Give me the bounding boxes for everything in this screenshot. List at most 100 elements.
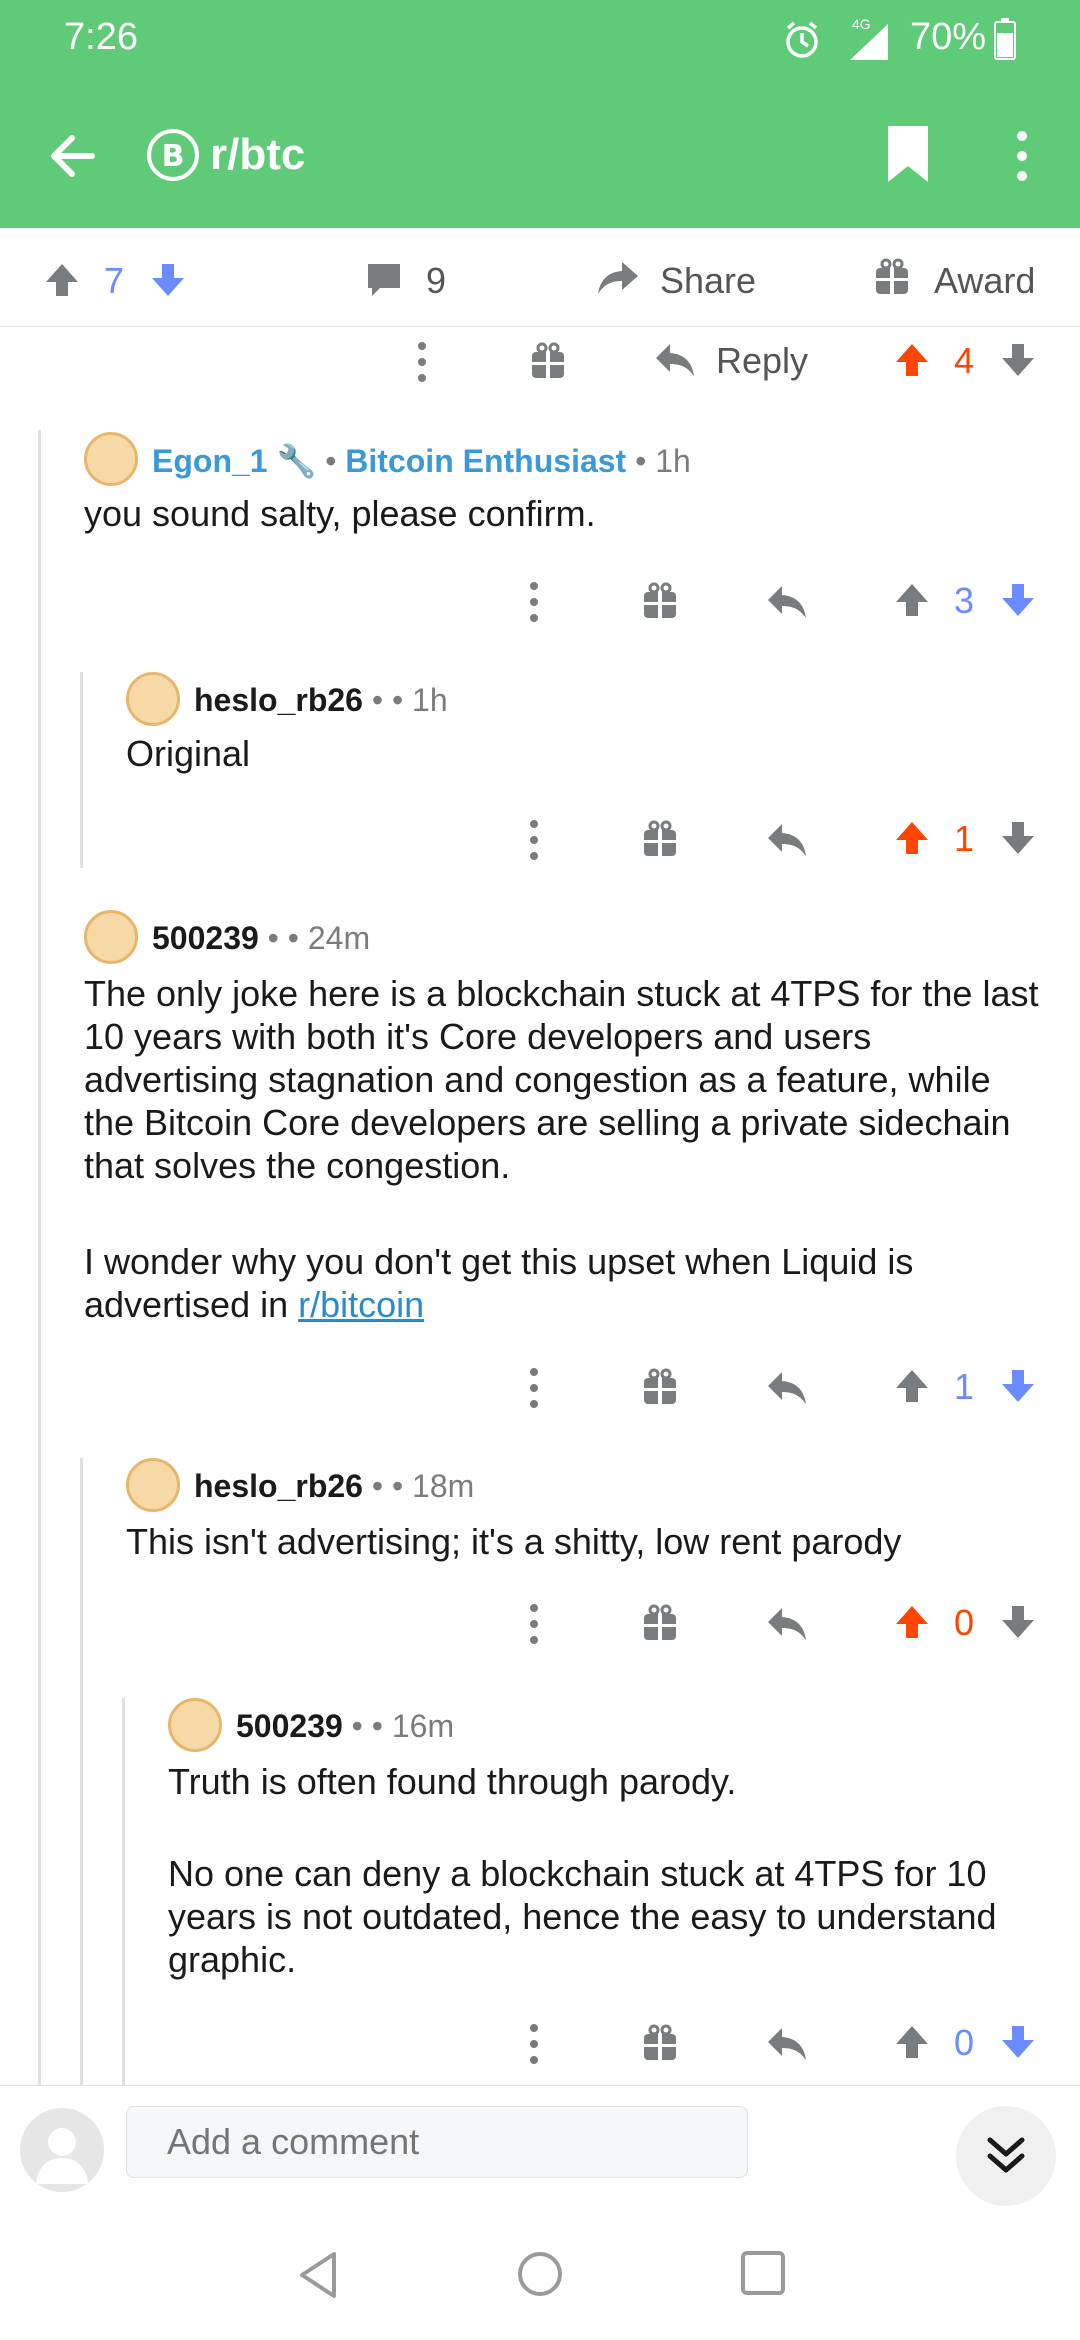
comment-body: This isn't advertising; it's a shitty, l… [126,1521,902,1562]
subreddit-link[interactable]: r/bitcoin [298,1284,424,1325]
bitcoin-subreddit-icon: B [147,129,199,181]
award-gift-icon[interactable] [530,342,566,380]
reply-arrow-icon[interactable] [766,2026,808,2062]
comment-author[interactable]: heslo_rb26 [194,1468,363,1504]
more-options-icon[interactable] [524,1366,544,1410]
comment-actions: 1 [0,804,1080,874]
upvote-arrow-icon[interactable] [894,1368,930,1404]
downvote-arrow-icon[interactable] [1000,820,1036,856]
comment-composer [0,2085,1080,2211]
subreddit-title[interactable]: r/btc [210,130,305,180]
thread-line[interactable] [38,430,41,2085]
reply-arrow-icon[interactable] [766,584,808,620]
upvote-arrow-icon[interactable] [894,1604,930,1640]
nav-back-icon[interactable] [296,2250,340,2300]
more-options-icon[interactable] [412,340,432,384]
user-flair: Bitcoin Enthusiast [345,443,627,479]
comment-score: 1 [954,818,975,859]
add-comment-input[interactable] [126,2106,748,2178]
overflow-menu-icon[interactable] [1010,128,1034,184]
award-gift-icon[interactable] [642,1604,678,1642]
downvote-arrow-icon[interactable] [150,262,186,298]
avatar[interactable] [84,432,138,486]
double-chevron-down-icon [987,2137,1025,2173]
comment-actions: 3 [0,566,1080,636]
upvote-arrow-icon[interactable] [894,820,930,856]
more-options-icon[interactable] [524,2022,544,2066]
comment-author[interactable]: Egon_1 [152,443,268,479]
upvote-arrow-icon[interactable] [44,262,80,298]
bookmark-icon[interactable] [886,124,930,184]
comment-author[interactable]: 500239 [152,920,259,956]
comment-body: Original [126,733,251,774]
collapse-comments-button[interactable] [956,2106,1056,2206]
battery-percent: 70% [910,16,987,58]
downvote-arrow-icon[interactable] [1000,1368,1036,1404]
award-gift-icon[interactable] [874,258,910,296]
comment-body-paragraph: I wonder why you don't get this upset wh… [84,1241,914,1325]
comment-score: 0 [954,1602,975,1643]
more-options-icon[interactable] [524,818,544,862]
comment-bubble-icon[interactable] [364,260,404,300]
wrench-icon: 🔧 [276,443,317,479]
avatar[interactable] [168,1698,222,1752]
downvote-arrow-icon[interactable] [1000,1604,1036,1640]
comment-body: you sound salty, please confirm. [84,493,596,534]
app-bar: B r/btc [0,78,1080,228]
avatar[interactable] [126,1458,180,1512]
share-arrow-icon[interactable] [596,258,640,298]
svg-text:B: B [162,139,185,174]
post-action-bar: 7 9 Share Award [0,228,1080,327]
comment-score: 0 [954,2022,975,2063]
reply-arrow-icon[interactable] [766,822,808,858]
alarm-icon [786,21,818,58]
comment-body: The only joke here is a blockchain stuck… [84,973,1039,1186]
comment-body-paragraph: No one can deny a blockchain stuck at 4T… [168,1853,997,1980]
comment-time: 24m [307,920,371,956]
share-button[interactable]: Share [660,260,756,302]
downvote-arrow-icon[interactable] [1000,2024,1036,2060]
comment-time: 16m [391,1708,455,1744]
comment-actions: 1 [0,1352,1080,1422]
reply-arrow-icon[interactable] [654,342,696,378]
status-bar: 7:26 4G 70% [0,0,1080,78]
more-options-icon[interactable] [524,580,544,624]
downvote-arrow-icon[interactable] [1000,582,1036,618]
reply-arrow-icon[interactable] [766,1606,808,1642]
thread-line[interactable] [80,1458,83,2085]
parent-comment-actions: Reply 4 [0,326,1080,396]
comment-actions: 0 [0,1588,1080,1658]
clock: 7:26 [64,16,138,58]
comment-score: 4 [954,340,975,381]
award-gift-icon[interactable] [642,1368,678,1406]
award-gift-icon[interactable] [642,2024,678,2062]
battery-icon [994,18,1016,60]
comment-time: 18m [412,1468,475,1504]
award-gift-icon[interactable] [642,820,678,858]
comment-author[interactable]: heslo_rb26 [194,682,363,718]
reply-button[interactable]: Reply [716,340,808,382]
avatar[interactable] [126,672,180,726]
upvote-arrow-icon[interactable] [894,582,930,618]
user-avatar[interactable] [20,2108,104,2192]
award-gift-icon[interactable] [642,582,678,620]
upvote-arrow-icon[interactable] [894,342,930,378]
reply-arrow-icon[interactable] [766,1370,808,1406]
comment-time: 1h [412,682,448,718]
more-options-icon[interactable] [524,1602,544,1646]
back-arrow-icon[interactable] [44,128,100,184]
award-button[interactable]: Award [934,260,1035,302]
comment-score: 3 [954,580,975,621]
downvote-arrow-icon[interactable] [1000,342,1036,378]
user-silhouette-icon [36,2128,88,2184]
comment-time: 1h [655,443,691,479]
nav-recents-icon[interactable] [740,2250,786,2296]
comment-author[interactable]: 500239 [236,1708,343,1744]
post-score: 7 [104,260,125,301]
avatar[interactable] [84,910,138,964]
comment-body: Truth is often found through parody. [168,1761,737,1802]
comment-score: 1 [954,1366,975,1407]
upvote-arrow-icon[interactable] [894,2024,930,2060]
comment-actions: 0 [0,2008,1080,2078]
nav-home-icon[interactable] [516,2250,564,2298]
